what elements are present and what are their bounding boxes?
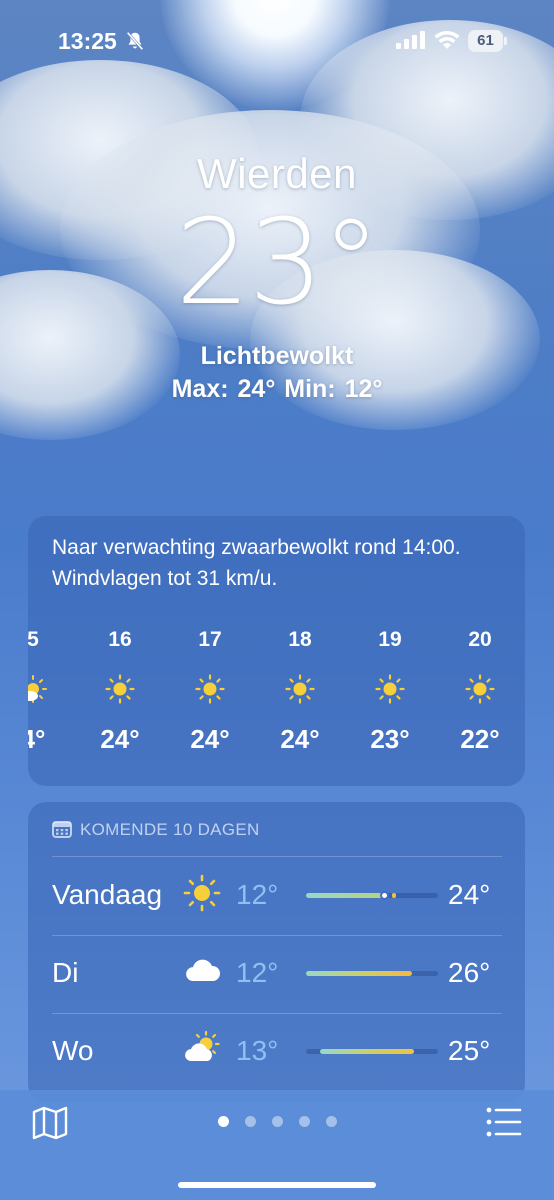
hour-temperature: 22° [460, 724, 500, 754]
day-label: Wo [52, 1035, 94, 1066]
hour-item: 5 4° [28, 628, 68, 754]
day-label: Vandaag [52, 879, 163, 910]
hour-temperature: 23° [370, 724, 410, 754]
battery-icon: 61 [468, 30, 508, 52]
sun-icon [285, 674, 315, 704]
daily-row[interactable]: Vandaag 12° 24° [28, 859, 525, 935]
map-icon[interactable] [32, 1106, 68, 1140]
city-name: Wierden [197, 150, 357, 197]
divider [52, 1013, 502, 1014]
page-dot[interactable] [299, 1116, 310, 1127]
sun-icon [105, 674, 135, 704]
hour-temperature: 24° [190, 724, 230, 754]
page-dot[interactable] [245, 1116, 256, 1127]
partly-sunny-icon [28, 675, 47, 703]
forecast-summary: Naar verwachting zwaarbewolkt rond 14:00… [52, 536, 461, 590]
bottom-toolbar [0, 1090, 554, 1200]
hour-item: 19 23° [355, 628, 425, 754]
sun-icon [183, 874, 221, 912]
hour-temperature: 24° [100, 724, 140, 754]
low-temperature: 12° [236, 879, 279, 910]
hour-item: 17 24° [175, 628, 245, 754]
sun-icon [465, 674, 495, 704]
bell-slash-icon [126, 31, 144, 51]
temperature-range-fill [306, 971, 412, 976]
calendar-icon [52, 821, 72, 838]
page-indicator[interactable] [216, 1116, 346, 1128]
daily-row[interactable]: Wo 13° 25° [28, 1015, 525, 1091]
status-bar: 13:25 61 [0, 0, 554, 82]
temperature-range-fill [320, 1049, 414, 1054]
status-time: 13:25 [58, 28, 117, 54]
daily-row[interactable]: Di 12° 26° [28, 937, 525, 1013]
hour-label: 20 [468, 628, 492, 651]
sun-icon [375, 674, 405, 704]
weather-condition: Lichtbewolkt [200, 342, 354, 370]
daily-forecast-header: KOMENDE 10 DAGEN [52, 820, 260, 840]
divider [52, 935, 502, 936]
high-temperature: 25° [448, 1035, 491, 1066]
page-dot[interactable] [326, 1116, 337, 1127]
hourly-forecast-card[interactable]: Naar verwachting zwaarbewolkt rond 14:00… [28, 516, 525, 786]
divider [52, 856, 502, 857]
hour-label: 19 [378, 628, 402, 651]
temperature-range-bar [306, 1049, 438, 1054]
partly-cloudy-icon [185, 1030, 220, 1061]
wifi-icon [434, 30, 460, 49]
battery-level: 61 [468, 30, 503, 52]
temperature-range-bar [306, 891, 438, 900]
daily-forecast-title: KOMENDE 10 DAGEN [80, 820, 260, 839]
hour-label: 18 [288, 628, 312, 651]
sun-icon [195, 674, 225, 704]
high-low-temperature: Max: 24° Min: 12° [171, 375, 383, 403]
cellular-signal-icon [396, 31, 425, 49]
high-temperature: 24° [448, 879, 491, 910]
day-label: Di [52, 957, 79, 988]
hour-label: 5 [28, 628, 39, 651]
cloud-icon [186, 959, 221, 981]
hour-item: 16 24° [85, 628, 155, 754]
list-icon[interactable] [486, 1106, 522, 1138]
page-dot[interactable] [218, 1116, 229, 1127]
hourly-scroll[interactable]: 5 4° 16 [28, 628, 525, 778]
current-temperature: 23° [175, 193, 380, 331]
temperature-range-bar [306, 971, 438, 976]
high-temperature: 26° [448, 957, 491, 988]
current-temperature-marker [380, 891, 389, 900]
temperature-range-fill [306, 893, 385, 898]
hour-temperature: 24° [280, 724, 320, 754]
hour-item: 18 24° [265, 628, 335, 754]
hour-label: 16 [108, 628, 132, 651]
low-temperature: 13° [236, 1035, 279, 1066]
hour-label: 17 [198, 628, 222, 651]
hour-temperature: 4° [28, 724, 46, 754]
temperature-range-tail [392, 893, 396, 898]
current-weather: Wierden 23° Lichtbewolkt Max: 24° Min: 1… [0, 150, 554, 404]
hour-item: 20 22° [445, 628, 515, 754]
page-dot[interactable] [272, 1116, 283, 1127]
home-indicator[interactable] [178, 1182, 376, 1188]
low-temperature: 12° [236, 957, 279, 988]
daily-forecast-card[interactable]: KOMENDE 10 DAGEN Vandaag 12° 24° Di 12° [28, 802, 525, 1102]
